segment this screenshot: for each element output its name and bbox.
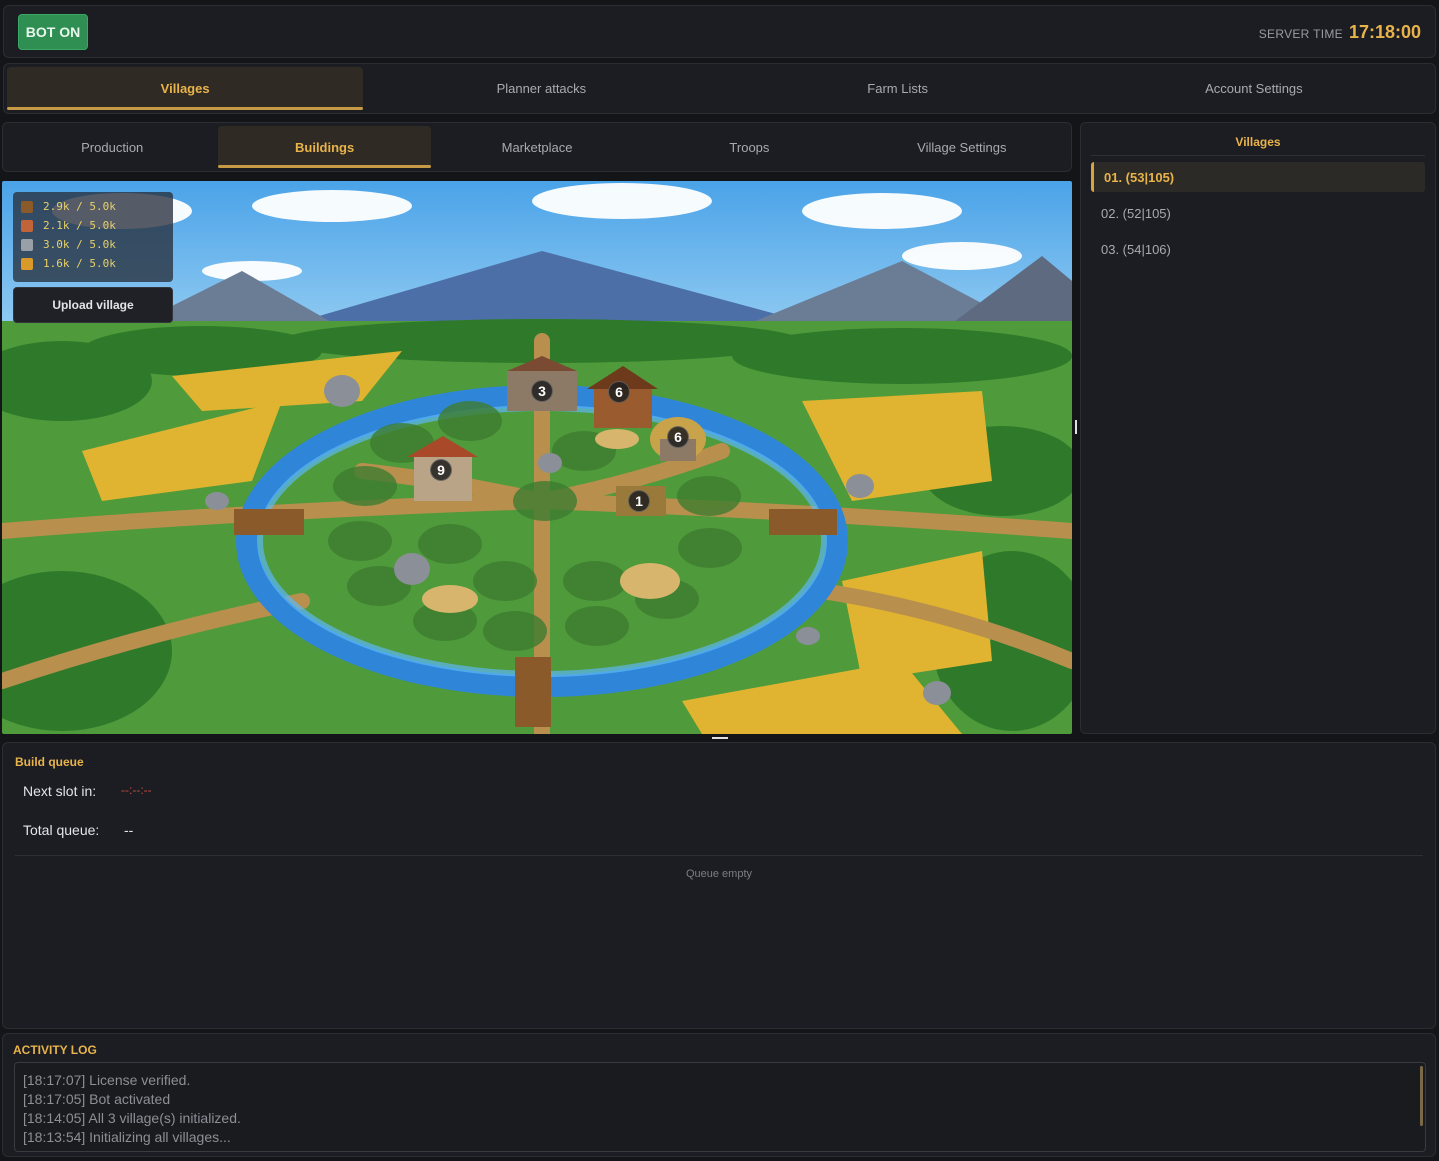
village-sub-tabs: Production Buildings Marketplace Troops …: [2, 122, 1072, 172]
building-slot-main[interactable]: 3: [507, 359, 577, 414]
tab-production[interactable]: Production: [6, 126, 218, 168]
log-line: [18:13:54] Initializing all villages...: [23, 1129, 231, 1145]
log-line: [18:17:07] License verified.: [23, 1072, 191, 1088]
next-slot-label: Next slot in:: [23, 783, 97, 799]
vertical-resize-handle[interactable]: [1075, 420, 1077, 434]
horizontal-resize-handle[interactable]: [712, 737, 728, 739]
building-level-badge: 1: [628, 490, 650, 512]
village-map[interactable]: 2.9k / 5.0k 2.1k / 5.0k 3.0k / 5.0k 1.6k…: [2, 181, 1072, 734]
resource-iron-value: 3.0k / 5.0k: [43, 238, 116, 251]
total-queue-row: Total queue: --: [23, 822, 133, 838]
villages-panel: Villages 01. (53|105) 02. (52|105) 03. (…: [1080, 122, 1436, 734]
building-level-badge: 6: [608, 381, 630, 403]
resource-clay-value: 2.1k / 5.0k: [43, 219, 116, 232]
building-level-badge: 3: [531, 380, 553, 402]
building-slot-marketplace[interactable]: 1: [612, 479, 668, 521]
village-item[interactable]: 01. (53|105): [1091, 162, 1425, 192]
top-bar: BOT ON SERVER TIME 17:18:00: [3, 5, 1436, 58]
resource-wood-value: 2.9k / 5.0k: [43, 200, 116, 213]
next-slot-row: Next slot in: --:--:--: [23, 783, 152, 799]
resource-wood: 2.9k / 5.0k: [21, 197, 165, 216]
main-tabs: Villages Planner attacks Farm Lists Acco…: [3, 63, 1436, 114]
upload-village-button[interactable]: Upload village: [13, 287, 173, 323]
build-queue-title: Build queue: [15, 755, 84, 769]
resource-crop-value: 1.6k / 5.0k: [43, 257, 116, 270]
log-scrollbar[interactable]: [1420, 1066, 1423, 1126]
log-line: [18:14:05] All 3 village(s) initialized.: [23, 1110, 241, 1126]
resource-iron: 3.0k / 5.0k: [21, 235, 165, 254]
resource-crop: 1.6k / 5.0k: [21, 254, 165, 273]
divider: [15, 855, 1423, 856]
build-queue-panel: Build queue Next slot in: --:--:-- Total…: [2, 742, 1436, 1029]
total-queue-value: --: [124, 822, 134, 838]
activity-log-panel: ACTIVITY LOG [18:17:07] License verified…: [2, 1033, 1436, 1157]
building-level-badge: 9: [430, 459, 452, 481]
tab-account-settings[interactable]: Account Settings: [1076, 67, 1432, 110]
server-time: SERVER TIME 17:18:00: [1259, 22, 1421, 43]
server-time-label: SERVER TIME: [1258, 27, 1343, 41]
server-time-value: 17:18:00: [1348, 22, 1421, 42]
tab-planner-attacks[interactable]: Planner attacks: [363, 67, 719, 110]
tab-village-settings[interactable]: Village Settings: [856, 126, 1068, 168]
resource-overlay: 2.9k / 5.0k 2.1k / 5.0k 3.0k / 5.0k 1.6k…: [13, 192, 173, 282]
next-slot-value: --:--:--: [121, 783, 152, 797]
village-item[interactable]: 03. (54|106): [1091, 234, 1425, 264]
building-slot-granary[interactable]: 6: [652, 411, 708, 463]
villages-title: Villages: [1091, 123, 1425, 156]
wood-icon: [21, 200, 33, 213]
tab-troops[interactable]: Troops: [643, 126, 855, 168]
resource-clay: 2.1k / 5.0k: [21, 216, 165, 235]
building-level-badge: 6: [667, 426, 689, 448]
village-item[interactable]: 02. (52|105): [1091, 198, 1425, 228]
clay-icon: [21, 219, 33, 232]
tab-buildings[interactable]: Buildings: [218, 126, 432, 168]
tab-villages[interactable]: Villages: [7, 67, 364, 110]
activity-log-title: ACTIVITY LOG: [13, 1043, 97, 1057]
total-queue-label: Total queue:: [23, 822, 100, 838]
building-slot-residence[interactable]: 9: [407, 439, 477, 501]
log-line: [18:17:05] Bot activated: [23, 1091, 171, 1107]
tab-farm-lists[interactable]: Farm Lists: [720, 67, 1076, 110]
building-slot-barracks[interactable]: 6: [590, 371, 654, 426]
iron-icon: [21, 238, 33, 251]
crop-icon: [21, 257, 33, 270]
bot-toggle-button[interactable]: BOT ON: [18, 14, 88, 50]
tab-marketplace[interactable]: Marketplace: [431, 126, 643, 168]
queue-empty-text: Queue empty: [685, 868, 753, 880]
activity-log-box[interactable]: [18:17:07] License verified. [18:17:05] …: [14, 1062, 1426, 1152]
